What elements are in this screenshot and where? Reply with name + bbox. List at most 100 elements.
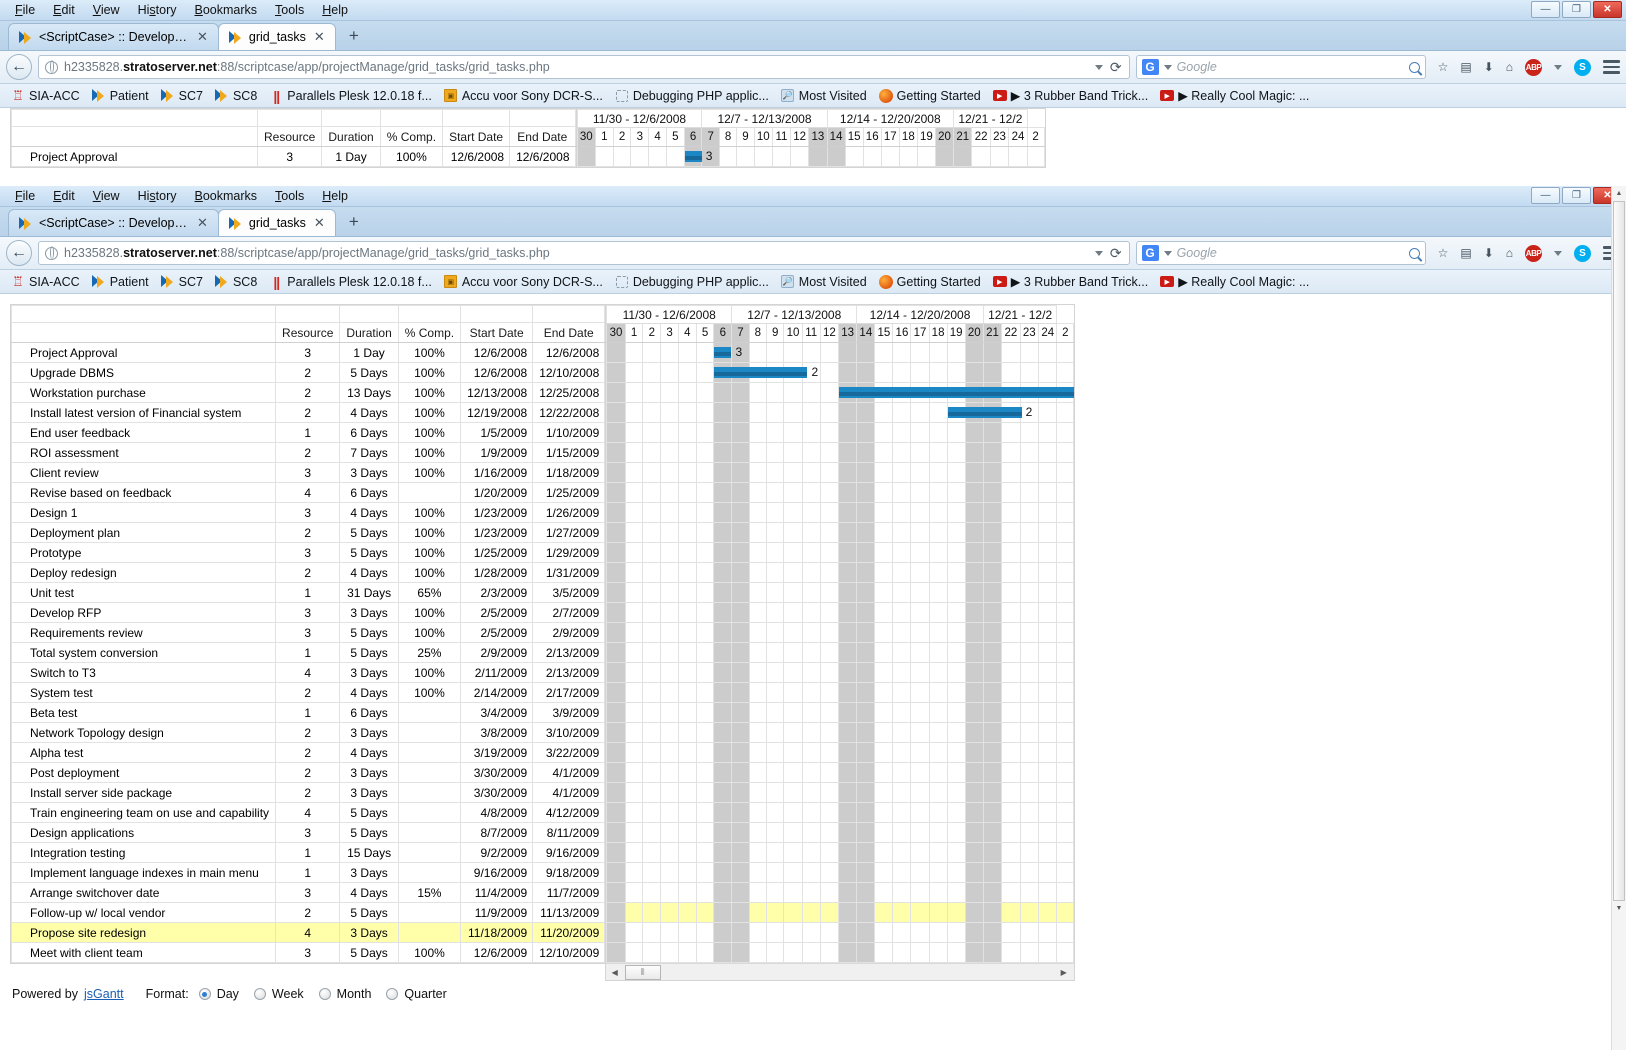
table-row[interactable]: Meet with client team 3 5 Days 100% 12/6/200… — [10, 942, 606, 963]
page-scrollbar-vertical[interactable]: ▲ ▼ — [1611, 186, 1626, 1050]
tab-close-icon[interactable]: ✕ — [195, 29, 210, 45]
table-row[interactable]: Revise based on feedback 4 6 Days 1/20/2009… — [10, 482, 606, 503]
skype-icon[interactable]: S — [1574, 244, 1591, 262]
radio-label-month[interactable]: Month — [337, 987, 372, 1001]
radio-week[interactable] — [253, 988, 266, 1000]
menu-help[interactable]: Help — [313, 187, 357, 205]
table-row[interactable]: Prototype 3 5 Days 100% 1/25/2009 1/29/2009 — [10, 542, 606, 563]
menu-edit[interactable]: Edit — [44, 187, 84, 205]
column-header-end[interactable]: End Date — [509, 126, 576, 147]
chevron-down-icon[interactable] — [1163, 250, 1172, 256]
column-header-name[interactable] — [10, 322, 277, 343]
bookmark-item[interactable]: ▶ ▶ Really Cool Magic: ... — [1155, 86, 1314, 105]
tab-grid-tasks[interactable]: grid_tasks ✕ — [217, 23, 336, 50]
radio-quarter[interactable] — [386, 988, 399, 1000]
radio-month[interactable] — [318, 988, 331, 1000]
table-row[interactable]: Project Approval 3 1 Day 100% 12/6/2008 12/6/… — [11, 146, 576, 167]
bookmark-item[interactable]: SC7 — [156, 87, 208, 105]
bookmark-item[interactable]: ▶ ▶ Really Cool Magic: ... — [1155, 272, 1314, 291]
adblock-icon[interactable]: ABP — [1525, 244, 1542, 262]
column-header-start[interactable]: Start Date — [442, 126, 511, 147]
column-header-name[interactable] — [11, 126, 258, 147]
back-button[interactable]: ← — [6, 54, 32, 80]
table-row[interactable]: Install server side package 2 3 Days 3/30/2… — [10, 782, 606, 803]
table-row[interactable]: Unit test 1 31 Days 65% 2/3/2009 3/5/2009 — [10, 582, 606, 603]
table-row[interactable]: Workstation purchase 2 13 Days 100% 12/13/20… — [10, 382, 606, 403]
table-row[interactable]: Alpha test 2 4 Days 3/19/2009 3/22/2009 — [10, 742, 606, 763]
column-header-pct[interactable]: % Comp. — [379, 126, 444, 147]
menu-help[interactable]: Help — [313, 1, 357, 19]
column-header-end[interactable]: End Date — [532, 322, 606, 343]
chevron-down-icon[interactable] — [1163, 64, 1172, 70]
table-row[interactable]: ROI assessment 2 7 Days 100% 1/9/2009 1/15/20… — [10, 442, 606, 463]
search-bar[interactable]: G Google — [1135, 241, 1426, 265]
scrollbar-thumb[interactable] — [1613, 201, 1625, 901]
bookmark-item[interactable]: ▣ Accu voor Sony DCR-S... — [439, 87, 608, 105]
bookmark-item[interactable]: Patient — [87, 87, 154, 105]
search-bar[interactable]: G Google — [1135, 55, 1426, 79]
scrollbar-thumb[interactable]: ⦀ — [625, 964, 662, 980]
table-row[interactable]: Deploy redesign 2 4 Days 100% 1/28/2009 1/31/… — [10, 562, 606, 583]
radio-label-week[interactable]: Week — [272, 987, 304, 1001]
menu-view[interactable]: View — [84, 1, 129, 19]
reload-icon[interactable]: ⟳ — [1110, 59, 1122, 76]
tab-grid-tasks[interactable]: grid_tasks ✕ — [217, 209, 336, 236]
table-row[interactable]: Design 134 Days 100% 1/23/2009 1/26/2009 — [10, 502, 606, 523]
library-icon[interactable]: ▤ — [1460, 246, 1471, 260]
menu-bookmarks[interactable]: Bookmarks — [186, 1, 267, 19]
star-icon[interactable]: ☆ — [1438, 60, 1449, 74]
table-row[interactable]: End user feedback 1 6 Days 100% 1/5/2009 1/10… — [10, 422, 606, 443]
bookmark-item[interactable]: ▣ Accu voor Sony DCR-S... — [439, 273, 608, 291]
scroll-left-button[interactable]: ◀ — [606, 964, 623, 981]
gantt-bar[interactable] — [714, 367, 808, 378]
bookmark-item[interactable]: Getting Started — [874, 87, 986, 105]
chevron-down-icon[interactable] — [1094, 64, 1103, 70]
menu-tools[interactable]: Tools — [266, 1, 313, 19]
menu-file[interactable]: File — [6, 187, 44, 205]
bookmark-item[interactable]: || Parallels Plesk 12.0.18 f... — [264, 87, 437, 105]
tab-scriptcase[interactable]: <ScriptCase> :: Developme... ✕ — [8, 23, 219, 50]
home-icon[interactable]: ⌂ — [1506, 60, 1513, 74]
maximize-button[interactable]: ❐ — [1562, 187, 1591, 204]
table-row[interactable]: Switch to T3 4 3 Days 100% 2/11/2009 2/13/200… — [10, 662, 606, 683]
close-button[interactable]: ✕ — [1593, 1, 1622, 18]
table-row[interactable]: Integration testing 1 15 Days 9/2/2009 9/16/… — [10, 842, 606, 863]
bookmark-item[interactable]: || Parallels Plesk 12.0.18 f... — [264, 273, 437, 291]
tab-scriptcase[interactable]: <ScriptCase> :: Developme... ✕ — [8, 209, 219, 236]
scroll-down-button[interactable]: ▼ — [1612, 901, 1626, 916]
menu-bookmarks[interactable]: Bookmarks — [186, 187, 267, 205]
url-bar[interactable]: h2335828.stratoserver.net:88/scriptcase/… — [38, 241, 1130, 265]
scroll-right-button[interactable]: ▶ — [1055, 964, 1072, 981]
search-icon[interactable] — [1408, 247, 1420, 259]
url-bar[interactable]: h2335828.stratoserver.net:88/scriptcase/… — [38, 55, 1130, 79]
table-row[interactable]: Install latest version of Financial syst… — [10, 402, 606, 423]
chevron-down-icon[interactable] — [1094, 250, 1103, 256]
bookmark-item[interactable]: ▶ ▶ 3 Rubber Band Trick... — [988, 272, 1153, 291]
menu-history[interactable]: History — [129, 1, 186, 19]
gantt-bar[interactable] — [839, 387, 1075, 398]
minimize-button[interactable]: — — [1531, 1, 1560, 18]
column-header-pct[interactable]: % Comp. — [397, 322, 462, 343]
tab-close-icon[interactable]: ✕ — [312, 215, 327, 231]
skype-icon[interactable]: S — [1574, 58, 1591, 76]
jsgantt-link[interactable]: jsGantt — [84, 987, 124, 1001]
table-row[interactable]: Design applications 3 5 Days 8/7/2009 8/11/2… — [10, 822, 606, 843]
menu-file[interactable]: File — [6, 1, 44, 19]
table-row[interactable]: Propose site redesign 4 3 Days 11/18/2009 11… — [10, 922, 606, 943]
bookmark-item[interactable]: Debugging PHP applic... — [610, 273, 774, 291]
bookmark-item[interactable]: Getting Started — [874, 273, 986, 291]
library-icon[interactable]: ▤ — [1460, 60, 1471, 74]
column-header-duration[interactable]: Duration — [321, 126, 381, 147]
column-header-resource[interactable]: Resource — [275, 322, 341, 343]
gantt-bar[interactable] — [947, 407, 1022, 418]
table-row[interactable]: Total system conversion 1 5 Days 25% 2/9/200… — [10, 642, 606, 663]
gantt-bar[interactable] — [714, 347, 732, 358]
chevron-down-icon[interactable] — [1554, 64, 1562, 70]
bookmark-item[interactable]: Patient — [87, 273, 154, 291]
column-header-resource[interactable]: Resource — [256, 126, 323, 147]
table-row[interactable]: Follow-up w/ local vendor 2 5 Days 11/9/200… — [10, 902, 606, 923]
bookmark-item[interactable]: SC7 — [156, 273, 208, 291]
table-row[interactable]: System test 2 4 Days 100% 2/14/2009 2/17/2009 — [10, 682, 606, 703]
table-row[interactable]: Requirements review 3 5 Days 100% 2/5/2009 2/… — [10, 622, 606, 643]
search-icon[interactable] — [1408, 61, 1420, 73]
